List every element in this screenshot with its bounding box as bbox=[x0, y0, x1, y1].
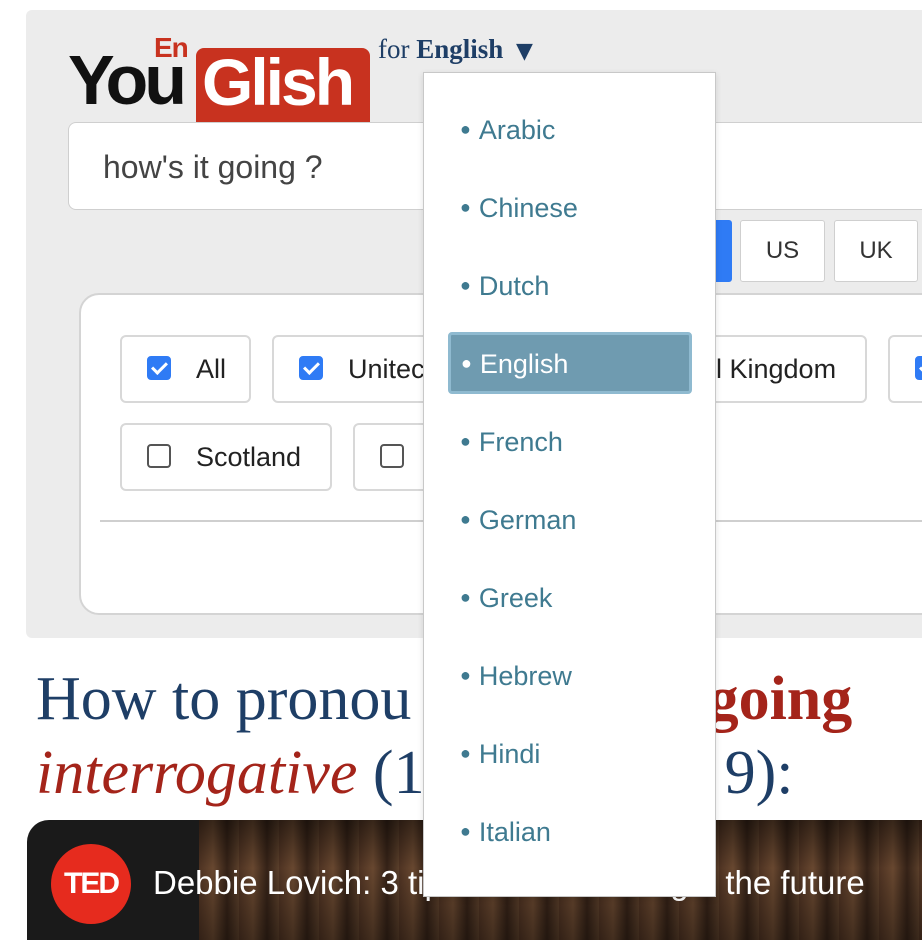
bullet-icon: ● bbox=[460, 197, 471, 217]
heading-count-end: 9): bbox=[724, 739, 794, 807]
bullet-icon: ● bbox=[460, 821, 471, 841]
dropdown-item-french[interactable]: ● French bbox=[448, 412, 692, 474]
language-dropdown[interactable]: ● Arabic ● Chinese ● Dutch ● English ● French… bbox=[423, 72, 716, 897]
filter-united-label: Unitec bbox=[348, 354, 425, 384]
bullet-icon: ● bbox=[460, 665, 471, 685]
dropdown-item-hindi[interactable]: ● Hindi bbox=[448, 724, 692, 786]
dropdown-item-italian[interactable]: ● Italian bbox=[448, 802, 692, 864]
logo-en-text: En bbox=[154, 32, 189, 63]
dropdown-item-arabic[interactable]: ● Arabic bbox=[448, 100, 692, 162]
checkbox-checked-icon[interactable] bbox=[299, 356, 323, 380]
dropdown-item-greek[interactable]: ● Greek bbox=[448, 568, 692, 630]
dropdown-item-english[interactable]: ● English bbox=[448, 332, 692, 394]
filter-united-states[interactable]: Unitec bbox=[272, 335, 442, 403]
dropdown-item-label: Italian bbox=[478, 817, 551, 847]
logo-glish-text: Glish bbox=[202, 45, 355, 119]
filter-next[interactable] bbox=[888, 335, 922, 403]
dropdown-item-label: Dutch bbox=[478, 271, 550, 301]
filter-scotland-label: Scotland bbox=[196, 442, 302, 472]
filter-all[interactable]: All bbox=[120, 335, 251, 403]
bullet-icon: ● bbox=[460, 509, 471, 529]
heading-tag-text: interrogative bbox=[36, 739, 358, 807]
filter-all-label: All bbox=[196, 354, 227, 384]
dropdown-item-chinese[interactable]: ● Chinese bbox=[448, 178, 692, 240]
checkbox-unchecked-icon[interactable] bbox=[380, 444, 404, 468]
dropdown-item-hebrew[interactable]: ● Hebrew bbox=[448, 646, 692, 708]
dropdown-item-german[interactable]: ● German bbox=[448, 490, 692, 552]
chevron-down-icon: ▼ bbox=[516, 39, 533, 64]
filter-kingdom-label: l Kingdom bbox=[716, 354, 837, 384]
bullet-icon: ● bbox=[460, 587, 471, 607]
dropdown-item-label: Hindi bbox=[478, 739, 541, 769]
bullet-icon: ● bbox=[460, 275, 471, 295]
current-language: English bbox=[416, 34, 504, 64]
dropdown-item-label: Chinese bbox=[478, 193, 578, 223]
dropdown-item-label: German bbox=[478, 505, 577, 535]
dropdown-item-label: Greek bbox=[478, 583, 553, 613]
bullet-icon: ● bbox=[460, 743, 471, 763]
bullet-icon: ● bbox=[460, 431, 471, 451]
dropdown-item-label: Hebrew bbox=[478, 661, 572, 691]
language-prefix: for bbox=[378, 34, 410, 64]
accent-us-button[interactable]: US bbox=[740, 220, 825, 282]
dropdown-item-dutch[interactable]: ● Dutch bbox=[448, 256, 692, 318]
accent-uk-button[interactable]: UK bbox=[834, 220, 918, 282]
dropdown-item-label: Arabic bbox=[478, 115, 556, 145]
dropdown-item-label: English bbox=[479, 349, 569, 379]
dropdown-item-label: French bbox=[478, 427, 563, 457]
checkbox-unchecked-icon[interactable] bbox=[147, 444, 171, 468]
youglish-logo[interactable]: You Glish En bbox=[68, 30, 378, 130]
checkbox-checked-icon[interactable] bbox=[915, 356, 922, 380]
bullet-icon: ● bbox=[461, 353, 472, 373]
filter-scotland[interactable]: Scotland bbox=[120, 423, 332, 491]
heading-count-start: (1 bbox=[357, 739, 425, 807]
bullet-icon: ● bbox=[460, 119, 471, 139]
checkbox-checked-icon[interactable] bbox=[147, 356, 171, 380]
language-selector[interactable]: for English ▼ bbox=[378, 34, 533, 65]
heading-text: How to pronou bbox=[36, 665, 412, 733]
ted-logo-icon[interactable]: TED bbox=[51, 844, 131, 924]
